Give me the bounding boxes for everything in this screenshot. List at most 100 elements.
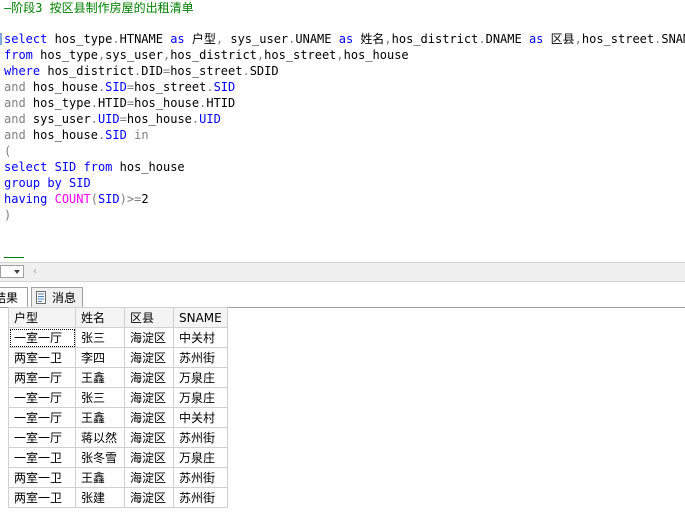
grid-header-cell[interactable]: SNAME xyxy=(173,307,228,328)
grid-header-cell[interactable]: 姓名 xyxy=(75,307,125,328)
grid-cell[interactable]: 王鑫 xyxy=(75,467,125,488)
grid-cell[interactable]: 张冬雪 xyxy=(75,447,125,468)
code-token: . xyxy=(206,80,214,94)
code-token: group by xyxy=(4,176,62,190)
grid-cell[interactable]: 王鑫 xyxy=(75,407,125,428)
code-line: group by SID xyxy=(4,175,91,191)
code-token: . xyxy=(242,64,250,78)
code-token: select xyxy=(4,32,48,46)
code-token: SDID xyxy=(249,64,279,78)
code-token: )>= xyxy=(119,192,142,206)
results-grid[interactable]: 户型 姓名 区县 SNAME 一室一厅 张三 海淀区 中关村 两室一卫 李四 海淀区 苏州街两… xyxy=(8,307,228,508)
grid-cell[interactable]: 万泉庄 xyxy=(173,387,228,408)
grid-cell[interactable]: 王鑫 xyxy=(75,367,125,388)
tab-results[interactable]: 结果 xyxy=(0,287,28,307)
code-token: hos_street xyxy=(581,32,655,46)
table-row[interactable]: 两室一厅 王鑫 海淀区 万泉庄 xyxy=(8,367,228,388)
code-token: . xyxy=(112,32,120,46)
code-token: 区县 xyxy=(543,32,575,46)
code-token: ( xyxy=(4,144,12,158)
code-token: 2 xyxy=(141,192,149,206)
code-token: UNAME xyxy=(295,32,339,46)
grid-cell[interactable]: 一室一厅 xyxy=(8,427,76,448)
grid-body: 一室一厅 张三 海淀区 中关村 两室一卫 李四 海淀区 苏州街 两室一厅 王鑫 海淀区 万泉庄 一室一厅… xyxy=(8,327,228,508)
grid-cell[interactable]: 海淀区 xyxy=(124,347,174,368)
grid-cell[interactable]: 万泉庄 xyxy=(173,367,228,388)
grid-cell[interactable]: 一室一厅 xyxy=(8,327,76,348)
code-token: SID xyxy=(61,176,91,190)
zoom-dropdown[interactable] xyxy=(0,265,24,278)
grid-cell[interactable]: 蒋以然 xyxy=(75,427,125,448)
table-row[interactable]: 一室一卫 张冬雪 海淀区 万泉庄 xyxy=(8,447,228,468)
code-token: HTID xyxy=(206,96,236,110)
grid-cell[interactable]: 一室一卫 xyxy=(8,447,76,468)
code-token: , xyxy=(336,48,344,62)
code-token: from xyxy=(83,160,113,174)
grid-cell[interactable]: 苏州街 xyxy=(173,467,228,488)
code-token: , xyxy=(384,32,392,46)
code-token: where xyxy=(4,64,41,78)
code-token: COUNT xyxy=(54,192,91,206)
code-token: and xyxy=(4,112,26,126)
grid-cell[interactable]: 海淀区 xyxy=(124,467,174,488)
table-row[interactable]: 一室一厅 王鑫 海淀区 中关村 xyxy=(8,407,228,428)
code-line: ) xyxy=(4,207,11,223)
grid-cell[interactable]: 万泉庄 xyxy=(173,447,228,468)
code-token: as xyxy=(528,32,544,46)
editor-results-splitter[interactable]: ‹ xyxy=(0,262,685,282)
grid-cell[interactable]: 一室一厅 xyxy=(8,387,76,408)
code-token: 姓名 xyxy=(353,32,385,46)
code-token: select xyxy=(4,160,48,174)
code-token: and xyxy=(4,80,26,94)
code-token: hos_district xyxy=(40,64,135,78)
code-token: SID xyxy=(105,128,127,142)
code-line: having COUNT(SID)>=2 xyxy=(4,191,149,207)
selection-margin-marker xyxy=(0,33,2,45)
grid-cell[interactable]: 中关村 xyxy=(173,407,228,428)
grid-cell[interactable]: 苏州街 xyxy=(173,487,228,508)
grid-cell[interactable]: 张建 xyxy=(75,487,125,508)
tab-messages[interactable]: 消息 xyxy=(31,287,83,307)
code-token: hos_house xyxy=(134,96,200,110)
grid-cell[interactable]: 中关村 xyxy=(173,327,228,348)
table-row[interactable]: 一室一厅 张三 海淀区 中关村 xyxy=(8,327,228,348)
chevron-left-icon[interactable]: ‹ xyxy=(30,265,40,278)
code-token: 户型 xyxy=(184,32,216,46)
code-token: as xyxy=(170,32,185,46)
grid-cell[interactable]: 张三 xyxy=(75,327,125,348)
grid-cell[interactable]: 海淀区 xyxy=(124,387,174,408)
table-row[interactable]: 两室一卫 李四 海淀区 苏州街 xyxy=(8,347,228,368)
table-row[interactable]: 一室一厅 张三 海淀区 万泉庄 xyxy=(8,387,228,408)
grid-cell[interactable]: 一室一厅 xyxy=(8,407,76,428)
grid-cell[interactable]: 两室一卫 xyxy=(8,467,76,488)
grid-cell[interactable]: 苏州街 xyxy=(173,347,228,368)
code-token: hos_district xyxy=(391,32,479,46)
grid-cell[interactable]: 两室一厅 xyxy=(8,367,76,388)
code-token: having xyxy=(4,192,48,206)
code-token: hos_street xyxy=(134,80,207,94)
grid-header-cell[interactable]: 户型 xyxy=(8,307,76,328)
sql-editor[interactable]: —阶段3 按区县制作房屋的出租清单 select hos_type.HTNAME… xyxy=(0,0,685,258)
grid-cell[interactable]: 海淀区 xyxy=(124,487,174,508)
grid-cell[interactable]: 海淀区 xyxy=(124,327,174,348)
grid-cell[interactable]: 李四 xyxy=(75,347,125,368)
grid-cell[interactable]: 张三 xyxy=(75,387,125,408)
grid-cell[interactable]: 海淀区 xyxy=(124,447,174,468)
grid-cell[interactable]: 苏州街 xyxy=(173,427,228,448)
grid-cell[interactable]: 两室一卫 xyxy=(8,487,76,508)
sql-query-window: —阶段3 按区县制作房屋的出租清单 select hos_type.HTNAME… xyxy=(0,0,685,526)
grid-header-cell[interactable]: 区县 xyxy=(124,307,174,328)
message-page-icon xyxy=(36,291,46,304)
grid-cell[interactable]: 海淀区 xyxy=(124,427,174,448)
code-token: DID xyxy=(141,64,163,78)
table-row[interactable]: 两室一卫 王鑫 海淀区 苏州街 xyxy=(8,467,228,488)
code-token: as xyxy=(338,32,354,46)
code-token: hos_street xyxy=(170,64,243,78)
table-row[interactable]: 一室一厅 蒋以然 海淀区 苏州街 xyxy=(8,427,228,448)
grid-cell[interactable]: 海淀区 xyxy=(124,367,174,388)
grid-cell[interactable]: 两室一卫 xyxy=(8,347,76,368)
code-token: UID xyxy=(97,112,120,126)
table-row[interactable]: 两室一卫 张建 海淀区 苏州街 xyxy=(8,487,228,508)
grid-cell[interactable]: 海淀区 xyxy=(124,407,174,428)
